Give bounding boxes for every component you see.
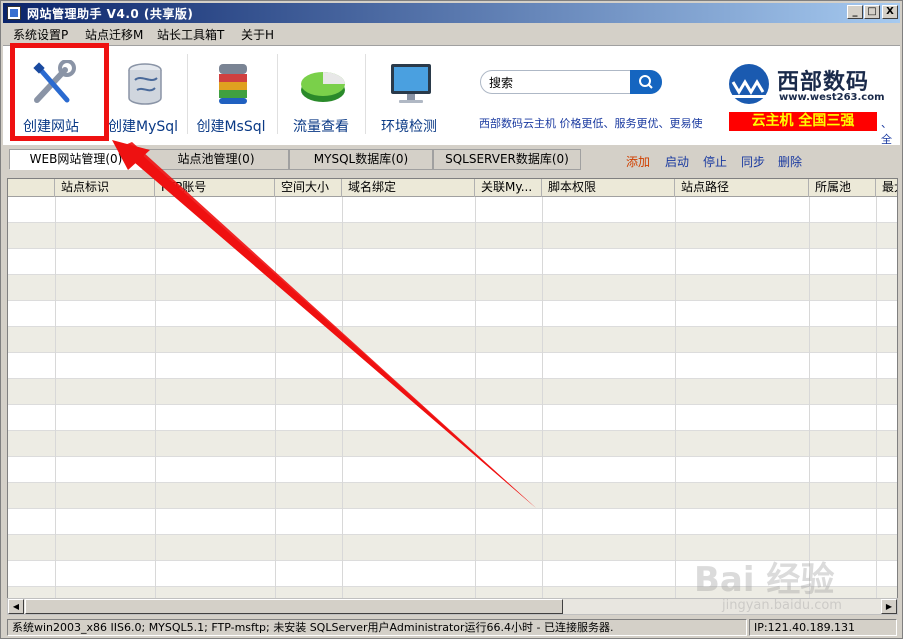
table-row[interactable]: [8, 249, 897, 275]
grid-column-line: [542, 197, 543, 598]
search-icon: [639, 75, 653, 89]
grid-header: 站点标识 FTP账号 空间大小 域名绑定 关联My... 脚本权限 站点路径 所…: [8, 179, 897, 197]
highlight-annotation-box: [10, 43, 109, 141]
status-ip-text: IP:121.40.189.131: [749, 619, 897, 636]
grid-column-line: [275, 197, 276, 598]
tab-sqlserver-databases[interactable]: SQLSERVER数据库(0): [433, 149, 581, 170]
table-row[interactable]: [8, 379, 897, 405]
tab-bar: WEB网站管理(0) 站点池管理(0) MYSQL数据库(0) SQLSERVE…: [3, 147, 900, 171]
menu-bar: 系统设置P 站点迁移M 站长工具箱T 关于H: [3, 24, 900, 43]
table-row[interactable]: [8, 405, 897, 431]
pie-chart-icon: [297, 60, 349, 108]
menu-webmaster-tools[interactable]: 站长工具箱T: [157, 26, 224, 43]
watermark-url: jingyan.baidu.com: [722, 598, 842, 613]
delete-link[interactable]: 删除: [778, 153, 802, 170]
tab-mysql-databases[interactable]: MYSQL数据库(0): [289, 149, 433, 170]
main-window: 网站管理助手 V4.0 (共享版) _ □ X 系统设置P 站点迁移M 站长工具…: [0, 0, 903, 639]
mssql-database-icon: [207, 60, 259, 108]
monitor-icon: [385, 60, 437, 108]
traffic-view-button[interactable]: 流量查看: [281, 52, 361, 138]
ad-tail-text[interactable]: 、全: [881, 115, 900, 147]
table-row[interactable]: [8, 509, 897, 535]
column-header-site-id[interactable]: 站点标识: [55, 179, 155, 197]
column-header-select[interactable]: [8, 179, 55, 197]
ad-banner[interactable]: 云主机 全国三强: [729, 112, 877, 131]
column-header-space-size[interactable]: 空间大小: [275, 179, 342, 197]
column-header-script-permission[interactable]: 脚本权限: [542, 179, 675, 197]
grid-column-line: [342, 197, 343, 598]
menu-about[interactable]: 关于H: [241, 26, 274, 43]
environment-check-label: 环境检测: [381, 119, 437, 135]
traffic-view-label: 流量查看: [293, 119, 349, 135]
status-main-text: 系统win2003_x86 IIS6.0; MYSQL5.1; FTP-msft…: [7, 619, 747, 636]
grid-column-line: [809, 197, 810, 598]
baidu-jingyan-watermark: Bai 经验 jingyan.baidu.com: [690, 548, 890, 618]
menu-system-settings[interactable]: 系统设置P: [13, 26, 68, 43]
close-button[interactable]: X: [882, 5, 898, 19]
toolbar: 创建网站 创建MySql 创建MsSql 流量查看 环境检测 搜索 西部数码 w…: [3, 45, 900, 147]
column-header-linked-mysql[interactable]: 关联My...: [475, 179, 542, 197]
watermark-text: Bai 经验: [694, 560, 835, 600]
west263-logo-icon: [725, 62, 773, 106]
scroll-left-arrow-icon[interactable]: ◀: [8, 599, 24, 614]
stop-link[interactable]: 停止: [703, 153, 727, 170]
window-title: 网站管理助手 V4.0 (共享版): [27, 7, 194, 21]
create-mssql-label: 创建MsSql: [196, 119, 266, 135]
create-mysql-button[interactable]: 创建MySql: [103, 52, 183, 138]
grid-column-line: [876, 197, 877, 598]
brand-url: www.west263.com: [779, 92, 885, 103]
column-header-pool[interactable]: 所属池: [809, 179, 876, 197]
grid-column-line: [675, 197, 676, 598]
minimize-button[interactable]: _: [847, 5, 863, 19]
menu-site-migration[interactable]: 站点迁移M: [85, 26, 143, 43]
table-row[interactable]: [8, 275, 897, 301]
toolbar-divider: [277, 54, 278, 134]
table-row[interactable]: [8, 353, 897, 379]
toolbar-divider: [187, 54, 188, 134]
column-header-max[interactable]: 最大: [876, 179, 897, 197]
search-button[interactable]: [630, 70, 662, 94]
maximize-button[interactable]: □: [864, 5, 880, 19]
column-header-ftp-account[interactable]: FTP账号: [155, 179, 275, 197]
column-header-site-path[interactable]: 站点路径: [675, 179, 809, 197]
app-icon: [7, 6, 21, 20]
table-row[interactable]: [8, 197, 897, 223]
environment-check-button[interactable]: 环境检测: [369, 52, 449, 138]
table-row[interactable]: [8, 301, 897, 327]
brand-logo[interactable]: 西部数码 www.west263.com: [725, 62, 895, 110]
table-row[interactable]: [8, 431, 897, 457]
create-mysql-label: 创建MySql: [107, 119, 179, 135]
create-mssql-button[interactable]: 创建MsSql: [191, 52, 271, 138]
grid-column-line: [55, 197, 56, 598]
tab-web-sites[interactable]: WEB网站管理(0): [9, 149, 143, 170]
status-bar: 系统win2003_x86 IIS6.0; MYSQL5.1; FTP-msft…: [3, 618, 900, 637]
add-link[interactable]: 添加: [626, 153, 650, 170]
search-box: [480, 70, 662, 94]
search-input[interactable]: [489, 74, 627, 90]
toolbar-divider: [365, 54, 366, 134]
mysql-database-icon: [119, 60, 171, 108]
sites-grid[interactable]: 站点标识 FTP账号 空间大小 域名绑定 关联My... 脚本权限 站点路径 所…: [7, 178, 898, 599]
column-header-domain-binding[interactable]: 域名绑定: [342, 179, 475, 197]
tab-site-pools[interactable]: 站点池管理(0): [143, 149, 289, 170]
scroll-thumb[interactable]: [25, 599, 563, 614]
start-link[interactable]: 启动: [665, 153, 689, 170]
sync-link[interactable]: 同步: [741, 153, 765, 170]
table-row[interactable]: [8, 457, 897, 483]
table-row[interactable]: [8, 483, 897, 509]
grid-column-line: [475, 197, 476, 598]
ad-text-link[interactable]: 西部数码云主机 价格更低、服务更优、更易使: [479, 115, 703, 131]
grid-body: [8, 197, 897, 598]
grid-column-line: [155, 197, 156, 598]
table-row[interactable]: [8, 223, 897, 249]
title-bar: 网站管理助手 V4.0 (共享版) _ □ X: [3, 3, 900, 23]
table-row[interactable]: [8, 327, 897, 353]
